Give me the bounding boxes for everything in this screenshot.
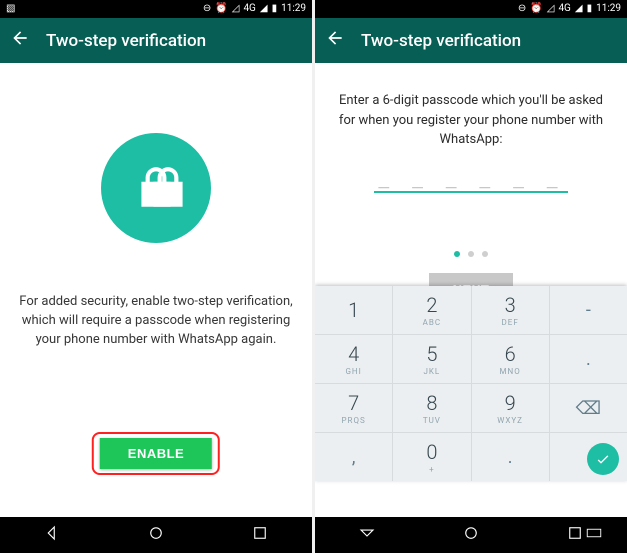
clock-label: 11:29	[281, 4, 306, 14]
nav-keyboard-icon[interactable]	[565, 518, 623, 552]
android-nav-bar	[315, 517, 627, 553]
key-dot[interactable]: .	[472, 433, 550, 481]
dnd-icon: ⊖	[518, 4, 526, 14]
passcode-input[interactable]: _ _ _ _ _ _	[374, 168, 567, 193]
phone-screen-2: ⊖ ⏰ ◿ 4G ◢ ▮ 11:29 Two-step verification…	[315, 0, 627, 553]
phone-screen-1: ▧ ⊖ ⏰ ◿ 4G ◢ ▮ 11:29 Two-step verificati…	[0, 0, 312, 553]
instruction-text: Enter a 6-digit passcode which you'll be…	[315, 91, 627, 150]
key-8[interactable]: 8TUV	[393, 384, 471, 432]
alarm-icon: ⏰	[530, 4, 542, 14]
back-icon[interactable]	[10, 28, 30, 53]
lock-shadow-icon	[143, 163, 193, 213]
nav-home-icon[interactable]	[127, 518, 185, 552]
back-icon[interactable]	[325, 28, 345, 53]
nav-back-icon[interactable]	[23, 518, 81, 552]
key-comma[interactable]: ,	[315, 433, 393, 481]
key-5[interactable]: 5JKL	[393, 335, 471, 383]
step-dot-2	[468, 251, 474, 257]
lock-illustration	[101, 133, 211, 243]
network-label: 4G	[243, 4, 255, 14]
clock-label: 11:29	[596, 4, 621, 14]
step-indicator	[454, 251, 488, 257]
enable-button[interactable]: ENABLE	[100, 438, 212, 469]
nav-home-icon[interactable]	[442, 518, 500, 552]
status-bar: ▧ ⊖ ⏰ ◿ 4G ◢ ▮ 11:29	[0, 0, 312, 18]
key-period[interactable]: .	[550, 335, 627, 383]
title-bar: Two-step verification	[0, 18, 312, 63]
nav-back-down-icon[interactable]	[338, 518, 396, 552]
status-bar: ⊖ ⏰ ◿ 4G ◢ ▮ 11:29	[315, 0, 627, 18]
signal-icon: ◿	[547, 4, 555, 14]
alarm-icon: ⏰	[215, 4, 227, 14]
dnd-icon: ⊖	[203, 4, 211, 14]
key-4[interactable]: 4GHI	[315, 335, 393, 383]
title-bar: Two-step verification	[315, 18, 627, 63]
check-icon	[595, 451, 611, 467]
page-title: Two-step verification	[361, 31, 521, 51]
key-3[interactable]: 3DEF	[472, 286, 550, 334]
key-2[interactable]: 2ABC	[393, 286, 471, 334]
signal-icon: ◿	[232, 4, 240, 14]
signal-icon-2: ◢	[260, 4, 268, 14]
key-dash[interactable]: -	[550, 286, 627, 334]
description-text: For added security, enable two-step veri…	[0, 293, 312, 350]
key-backspace[interactable]: ⌫	[550, 384, 627, 432]
content-area: For added security, enable two-step veri…	[0, 63, 312, 517]
network-label: 4G	[558, 4, 570, 14]
numeric-keypad: 1 2ABC 3DEF - 4GHI 5JKL 6MNO . 7PRQS 8TU…	[315, 286, 627, 481]
android-nav-bar	[0, 517, 312, 553]
key-9[interactable]: 9WXYZ	[472, 384, 550, 432]
signal-icon-2: ◢	[575, 4, 583, 14]
nav-recent-icon[interactable]	[231, 518, 289, 552]
key-0[interactable]: 0+	[393, 433, 471, 481]
battery-icon: ▮	[587, 4, 593, 14]
key-1[interactable]: 1	[315, 286, 393, 334]
battery-icon: ▮	[272, 4, 278, 14]
content-area: Enter a 6-digit passcode which you'll be…	[315, 63, 627, 517]
picture-icon: ▧	[6, 4, 15, 14]
key-confirm[interactable]	[550, 433, 627, 481]
step-dot-1	[454, 251, 460, 257]
step-dot-3	[482, 251, 488, 257]
confirm-fab[interactable]	[587, 443, 619, 475]
enable-highlight: ENABLE	[92, 432, 220, 475]
key-7[interactable]: 7PRQS	[315, 384, 393, 432]
key-6[interactable]: 6MNO	[472, 335, 550, 383]
page-title: Two-step verification	[46, 31, 206, 51]
